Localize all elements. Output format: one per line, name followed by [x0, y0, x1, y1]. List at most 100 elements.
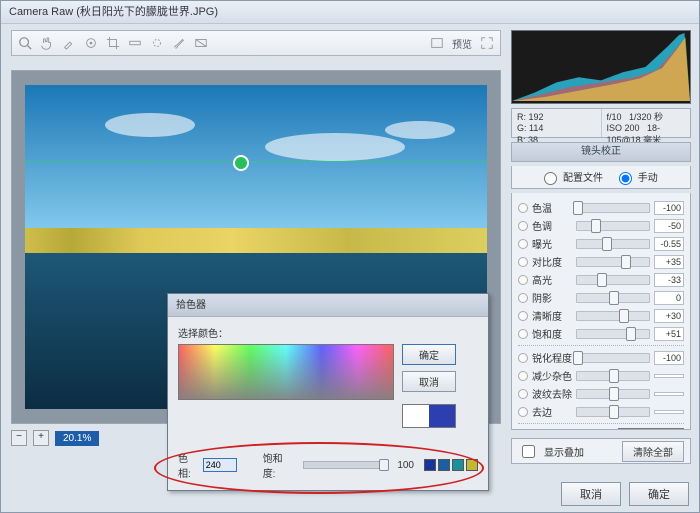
slider-thumb[interactable]: [602, 237, 612, 251]
slider-value[interactable]: [654, 392, 684, 396]
brush-icon[interactable]: [172, 36, 186, 50]
dialog-cancel-button[interactable]: 取消: [402, 371, 456, 392]
slider-value[interactable]: -100: [654, 201, 684, 215]
slider-row: 去边: [518, 404, 684, 419]
slider-track[interactable]: [576, 203, 650, 213]
gradient-icon[interactable]: [194, 36, 208, 50]
slider-track[interactable]: [576, 257, 650, 267]
left-pane: 预览 拾色器: [1, 24, 507, 464]
slider-value[interactable]: [654, 410, 684, 414]
slider-row: 波纹去除: [518, 386, 684, 401]
preset-swatch[interactable]: [452, 459, 464, 471]
slider-reset-dot[interactable]: [518, 389, 528, 399]
color-picker-dialog: 拾色器 选择颜色： 确定 取消: [167, 293, 489, 491]
slider-value[interactable]: +30: [654, 309, 684, 323]
slider-track[interactable]: [576, 389, 650, 399]
rgb-readout: R: 192 G: 114 B: 38: [512, 109, 602, 137]
slider-reset-dot[interactable]: [518, 257, 528, 267]
preset-swatch[interactable]: [466, 459, 478, 471]
ok-button[interactable]: 确定: [629, 482, 689, 506]
slider-reset-dot[interactable]: [518, 407, 528, 417]
spot-icon[interactable]: [150, 36, 164, 50]
slider-label: 饱和度: [532, 326, 572, 341]
color-swatch[interactable]: [618, 428, 684, 430]
slider-reset-dot[interactable]: [518, 311, 528, 321]
slider-track[interactable]: [576, 293, 650, 303]
hue-label: 色相:: [178, 450, 200, 480]
slider-thumb[interactable]: [591, 219, 601, 233]
slider-label: 清晰度: [532, 308, 572, 323]
dialog-ok-button[interactable]: 确定: [402, 344, 456, 365]
zoom-in-button[interactable]: +: [33, 430, 49, 446]
slider-thumb[interactable]: [626, 327, 636, 341]
slider-row: 曝光 -0.55: [518, 236, 684, 251]
slider-row: 色温 -100: [518, 200, 684, 215]
radio-manual[interactable]: 手动: [619, 169, 658, 185]
slider-reset-dot[interactable]: [518, 293, 528, 303]
slider-value[interactable]: 0: [654, 291, 684, 305]
gradient-handle[interactable]: [233, 155, 249, 171]
hand-tool-icon[interactable]: [40, 36, 54, 50]
zoom-tool-icon[interactable]: [18, 36, 32, 50]
preset-swatch[interactable]: [438, 459, 450, 471]
slider-value[interactable]: -0.55: [654, 237, 684, 251]
gradient-guide[interactable]: [25, 161, 487, 162]
saturation-thumb[interactable]: [379, 459, 389, 471]
toolbar: 预览: [11, 30, 501, 56]
slider-thumb[interactable]: [609, 405, 619, 419]
crop-icon[interactable]: [106, 36, 120, 50]
slider-value[interactable]: [654, 374, 684, 378]
slider-thumb[interactable]: [609, 369, 619, 383]
slider-track[interactable]: [576, 221, 650, 231]
saturation-slider[interactable]: [303, 461, 389, 469]
show-overlay-checkbox[interactable]: [522, 445, 535, 458]
app-window: Camera Raw (秋日阳光下的朦胧世界.JPG) 预览: [0, 0, 700, 513]
slider-value[interactable]: -100: [654, 351, 684, 365]
slider-reset-dot[interactable]: [518, 371, 528, 381]
slider-thumb[interactable]: [573, 351, 583, 365]
reset-all-button[interactable]: 清除全部: [622, 441, 684, 462]
slider-thumb[interactable]: [621, 255, 631, 269]
slider-track[interactable]: [576, 239, 650, 249]
slider-track[interactable]: [576, 329, 650, 339]
slider-reset-dot[interactable]: [518, 221, 528, 231]
mode-radio-row: 配置文件 手动: [511, 166, 691, 189]
slider-reset-dot[interactable]: [518, 203, 528, 213]
straighten-icon[interactable]: [128, 36, 142, 50]
saturation-label: 饱和度:: [263, 450, 295, 480]
slider-thumb[interactable]: [609, 387, 619, 401]
preset-swatch[interactable]: [424, 459, 436, 471]
color-spectrum[interactable]: [178, 344, 394, 400]
slider-track[interactable]: [576, 311, 650, 321]
slider-value[interactable]: +35: [654, 255, 684, 269]
slider-reset-dot[interactable]: [518, 353, 528, 363]
radio-profile[interactable]: 配置文件: [544, 169, 603, 185]
slider-value[interactable]: -50: [654, 219, 684, 233]
hue-input[interactable]: [203, 458, 237, 472]
zoom-out-button[interactable]: −: [11, 430, 27, 446]
info-readout: R: 192 G: 114 B: 38 f/10 1/320 秒 ISO 200…: [511, 108, 691, 138]
slider-thumb[interactable]: [619, 309, 629, 323]
slider-track[interactable]: [576, 371, 650, 381]
slider-track[interactable]: [576, 407, 650, 417]
slider-reset-dot[interactable]: [518, 239, 528, 249]
preview-toggle-icon[interactable]: [430, 36, 444, 50]
slider-row: 高光 -33: [518, 272, 684, 287]
cancel-button[interactable]: 取消: [561, 482, 621, 506]
slider-value[interactable]: +51: [654, 327, 684, 341]
exif-readout: f/10 1/320 秒 ISO 200 18-105@18 毫米: [602, 109, 691, 137]
eyedropper-icon[interactable]: [62, 36, 76, 50]
slider-thumb[interactable]: [573, 201, 583, 215]
slider-label: 色温: [532, 200, 572, 215]
slider-thumb[interactable]: [597, 273, 607, 287]
zoom-level[interactable]: 20.1%: [55, 431, 99, 446]
slider-value[interactable]: -33: [654, 273, 684, 287]
slider-label: 曝光: [532, 236, 572, 251]
slider-track[interactable]: [576, 353, 650, 363]
slider-track[interactable]: [576, 275, 650, 285]
target-icon[interactable]: [84, 36, 98, 50]
fullscreen-icon[interactable]: [480, 36, 494, 50]
slider-thumb[interactable]: [609, 291, 619, 305]
slider-reset-dot[interactable]: [518, 329, 528, 339]
slider-reset-dot[interactable]: [518, 275, 528, 285]
